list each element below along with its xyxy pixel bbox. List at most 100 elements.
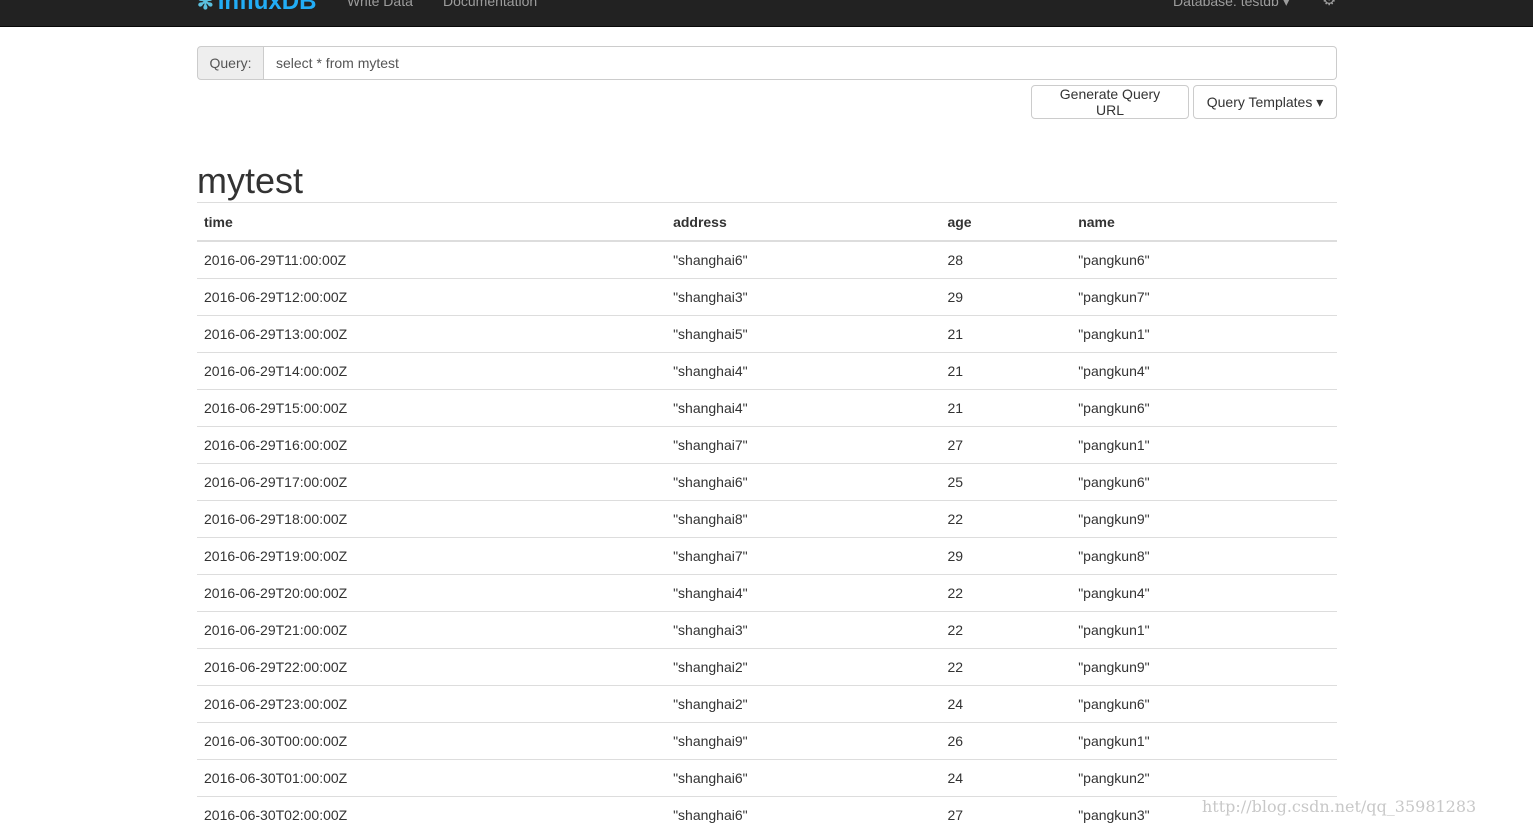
cell-address: "shanghai7": [666, 427, 940, 464]
cell-age: 21: [940, 390, 1071, 427]
cell-address: "shanghai4": [666, 353, 940, 390]
query-group: Query:: [197, 46, 1337, 80]
cell-name: "pangkun6": [1071, 464, 1337, 501]
cell-age: 24: [940, 686, 1071, 723]
table-row: 2016-06-29T18:00:00Z"shanghai8"22"pangku…: [197, 501, 1337, 538]
cell-age: 21: [940, 316, 1071, 353]
influxdb-logo-icon: ✻: [197, 0, 214, 15]
cell-name: "pangkun4": [1071, 353, 1337, 390]
cell-age: 25: [940, 464, 1071, 501]
cell-time: 2016-06-29T23:00:00Z: [197, 686, 666, 723]
table-row: 2016-06-30T00:00:00Z"shanghai9"26"pangku…: [197, 723, 1337, 760]
cell-name: "pangkun6": [1071, 686, 1337, 723]
cell-address: "shanghai4": [666, 575, 940, 612]
results-table: timeaddressagename 2016-06-29T11:00:00Z"…: [197, 202, 1337, 833]
cell-name: "pangkun9": [1071, 501, 1337, 538]
table-row: 2016-06-29T23:00:00Z"shanghai2"24"pangku…: [197, 686, 1337, 723]
cell-address: "shanghai6": [666, 464, 940, 501]
cell-address: "shanghai2": [666, 686, 940, 723]
cell-address: "shanghai4": [666, 390, 940, 427]
watermark: http://blog.csdn.net/qq_35981283: [1202, 797, 1476, 816]
cell-name: "pangkun1": [1071, 723, 1337, 760]
cell-age: 22: [940, 649, 1071, 686]
cell-name: "pangkun2": [1071, 760, 1337, 797]
table-row: 2016-06-29T11:00:00Z"shanghai6"28"pangku…: [197, 241, 1337, 279]
database-label: Database: testdb: [1173, 0, 1279, 9]
cell-age: 28: [940, 241, 1071, 279]
cell-age: 22: [940, 612, 1071, 649]
cell-time: 2016-06-29T18:00:00Z: [197, 501, 666, 538]
cell-time: 2016-06-30T02:00:00Z: [197, 797, 666, 833]
table-row: 2016-06-29T14:00:00Z"shanghai4"21"pangku…: [197, 353, 1337, 390]
cell-time: 2016-06-29T12:00:00Z: [197, 279, 666, 316]
generate-query-url-button[interactable]: Generate Query URL: [1031, 85, 1189, 119]
query-input[interactable]: [264, 46, 1337, 80]
table-row: 2016-06-29T21:00:00Z"shanghai3"22"pangku…: [197, 612, 1337, 649]
cell-age: 27: [940, 797, 1071, 833]
cell-time: 2016-06-29T21:00:00Z: [197, 612, 666, 649]
column-header-name: name: [1071, 203, 1337, 242]
table-row: 2016-06-29T19:00:00Z"shanghai7"29"pangku…: [197, 538, 1337, 575]
cell-time: 2016-06-29T16:00:00Z: [197, 427, 666, 464]
brand-logo[interactable]: ✻ InfluxDB: [197, 0, 316, 16]
cell-name: "pangkun9": [1071, 649, 1337, 686]
cell-time: 2016-06-30T00:00:00Z: [197, 723, 666, 760]
cell-address: "shanghai6": [666, 760, 940, 797]
cell-age: 29: [940, 538, 1071, 575]
cell-age: 21: [940, 353, 1071, 390]
cell-address: "shanghai7": [666, 538, 940, 575]
cell-age: 24: [940, 760, 1071, 797]
table-row: 2016-06-29T20:00:00Z"shanghai4"22"pangku…: [197, 575, 1337, 612]
cell-time: 2016-06-29T20:00:00Z: [197, 575, 666, 612]
cell-age: 22: [940, 575, 1071, 612]
table-row: 2016-06-29T17:00:00Z"shanghai6"25"pangku…: [197, 464, 1337, 501]
cell-name: "pangkun1": [1071, 612, 1337, 649]
caret-down-icon: ▾: [1283, 0, 1290, 9]
table-row: 2016-06-30T02:00:00Z"shanghai6"27"pangku…: [197, 797, 1337, 833]
table-row: 2016-06-30T01:00:00Z"shanghai6"24"pangku…: [197, 760, 1337, 797]
cell-time: 2016-06-29T15:00:00Z: [197, 390, 666, 427]
cell-address: "shanghai9": [666, 723, 940, 760]
cell-name: "pangkun8": [1071, 538, 1337, 575]
cell-address: "shanghai5": [666, 316, 940, 353]
cell-address: "shanghai2": [666, 649, 940, 686]
cell-time: 2016-06-29T13:00:00Z: [197, 316, 666, 353]
cell-address: "shanghai6": [666, 241, 940, 279]
query-label: Query:: [197, 46, 264, 80]
cell-name: "pangkun1": [1071, 316, 1337, 353]
query-templates-label: Query Templates: [1207, 94, 1313, 110]
table-row: 2016-06-29T15:00:00Z"shanghai4"21"pangku…: [197, 390, 1337, 427]
column-header-address: address: [666, 203, 940, 242]
cell-name: "pangkun7": [1071, 279, 1337, 316]
cell-age: 29: [940, 279, 1071, 316]
cell-time: 2016-06-29T17:00:00Z: [197, 464, 666, 501]
query-templates-button[interactable]: Query Templates ▾: [1193, 85, 1337, 119]
series-title: mytest: [197, 160, 303, 202]
caret-down-icon: ▾: [1316, 94, 1323, 110]
cell-name: "pangkun6": [1071, 241, 1337, 279]
brand-text: InfluxDB: [218, 0, 317, 16]
cell-address: "shanghai3": [666, 279, 940, 316]
table-row: 2016-06-29T16:00:00Z"shanghai7"27"pangku…: [197, 427, 1337, 464]
table-row: 2016-06-29T12:00:00Z"shanghai3"29"pangku…: [197, 279, 1337, 316]
cell-age: 26: [940, 723, 1071, 760]
cell-address: "shanghai8": [666, 501, 940, 538]
cell-age: 27: [940, 427, 1071, 464]
cell-time: 2016-06-30T01:00:00Z: [197, 760, 666, 797]
gear-icon[interactable]: ⚙: [1322, 0, 1336, 10]
nav-documentation[interactable]: Documentation: [443, 0, 537, 9]
cell-name: "pangkun4": [1071, 575, 1337, 612]
cell-time: 2016-06-29T19:00:00Z: [197, 538, 666, 575]
cell-address: "shanghai6": [666, 797, 940, 833]
navbar: ✻ InfluxDB Write Data Documentation Datab…: [0, 0, 1533, 27]
cell-time: 2016-06-29T14:00:00Z: [197, 353, 666, 390]
cell-name: "pangkun6": [1071, 390, 1337, 427]
column-header-time: time: [197, 203, 666, 242]
column-header-age: age: [940, 203, 1071, 242]
database-dropdown[interactable]: Database: testdb ▾: [1173, 0, 1290, 10]
table-row: 2016-06-29T13:00:00Z"shanghai5"21"pangku…: [197, 316, 1337, 353]
nav-write-data[interactable]: Write Data: [347, 0, 413, 9]
cell-age: 22: [940, 501, 1071, 538]
cell-time: 2016-06-29T11:00:00Z: [197, 241, 666, 279]
cell-address: "shanghai3": [666, 612, 940, 649]
